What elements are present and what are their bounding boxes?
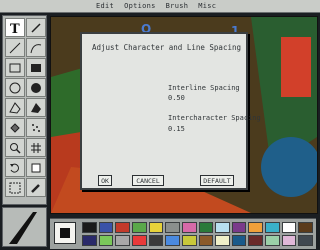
airbrush-tool[interactable] [26,118,46,137]
color-swatch[interactable] [198,222,214,233]
color-swatch[interactable] [265,222,280,233]
circle-icon [9,82,21,93]
color-swatch[interactable] [98,222,114,233]
intercharacter-spacing-label: Intercharacter Spacing [168,114,261,122]
interline-spacing-label: Interline Spacing [168,84,240,92]
color-swatch[interactable] [281,222,297,233]
color-swatch[interactable] [298,222,313,233]
current-color-indicator [54,222,76,244]
color-swatch[interactable] [115,222,130,233]
color-swatch[interactable] [181,222,197,233]
intercharacter-spacing-value[interactable]: 0.15 [168,125,185,133]
color-swatch[interactable] [231,235,247,246]
filled-rectangle-icon [31,63,41,72]
foreground-color [60,228,70,238]
color-swatch[interactable] [148,235,164,246]
magnifier-tool[interactable] [5,138,25,157]
svg-text:T: T [10,22,20,35]
color-swatch[interactable] [215,222,230,233]
filled-polygon-icon [31,102,41,113]
color-swatch[interactable] [265,235,280,246]
rectangle-icon [9,63,21,72]
color-swatch[interactable] [215,235,230,246]
color-swatch[interactable] [82,222,97,233]
color-swatch[interactable] [181,235,197,246]
menu-bar: Edit Options Brush Misc [0,0,320,13]
dialog-title: Adjust Character and Line Spacing [92,43,242,52]
color-swatch[interactable] [115,235,130,246]
magnifier-icon [10,142,21,154]
menu-brush[interactable]: Brush [166,2,189,10]
rectangle-tool[interactable] [5,58,25,77]
text-icon: T [10,22,20,35]
color-swatch[interactable] [148,222,164,233]
airbrush-icon [32,123,40,132]
filled-rectangle-tool[interactable] [26,58,46,77]
filled-circle-icon [31,82,41,93]
selection-icon [9,182,21,193]
menu-misc[interactable]: Misc [198,2,216,10]
color-swatch[interactable] [131,222,147,233]
color-swatch[interactable] [198,235,214,246]
color-swatch[interactable] [281,235,297,246]
paint-bucket-icon [10,122,20,133]
pencil-icon [31,22,41,33]
undo-icon [10,163,19,173]
color-swatch[interactable] [98,235,114,246]
color-swatch[interactable] [231,222,247,233]
brush-icon [31,183,40,193]
fill-tool[interactable] [5,118,25,137]
filled-circle-tool[interactable] [26,78,46,97]
color-swatch[interactable] [82,235,97,246]
color-swatch[interactable] [298,235,313,246]
brush-shape-icon [9,212,37,244]
brush-tool[interactable] [26,178,46,197]
color-swatch[interactable] [165,222,180,233]
line-tool[interactable] [5,38,25,57]
color-swatch[interactable] [248,235,264,246]
ok-button[interactable]: OK [98,175,112,186]
default-button[interactable]: DEFAULT [200,175,234,186]
tool-palette: T [2,15,47,205]
menu-edit[interactable]: Edit [96,2,114,10]
undo-tool[interactable] [5,158,25,177]
pencil-tool[interactable] [26,18,46,37]
clear-tool[interactable] [26,158,46,177]
text-tool[interactable]: T [5,18,25,37]
cancel-button[interactable]: CANCEL [132,175,164,186]
line-icon [9,42,21,53]
color-swatch[interactable] [131,235,147,246]
circle-tool[interactable] [5,78,25,97]
filled-polygon-tool[interactable] [26,98,46,117]
curve-icon [30,43,42,53]
interline-spacing-value[interactable]: 0.50 [168,94,185,102]
brush-selector[interactable] [2,207,47,247]
polygon-tool[interactable] [5,98,25,117]
select-tool[interactable] [5,178,25,197]
spacing-dialog: Adjust Character and Line Spacing Interl… [80,32,261,190]
color-swatch[interactable] [165,235,180,246]
color-palette [50,218,316,249]
menu-options[interactable]: Options [124,2,156,10]
grid-tool[interactable] [26,138,46,157]
curve-tool[interactable] [26,38,46,57]
clear-icon [31,163,41,172]
color-swatch[interactable] [248,222,264,233]
polygon-icon [9,101,21,114]
grid-icon [31,142,41,153]
